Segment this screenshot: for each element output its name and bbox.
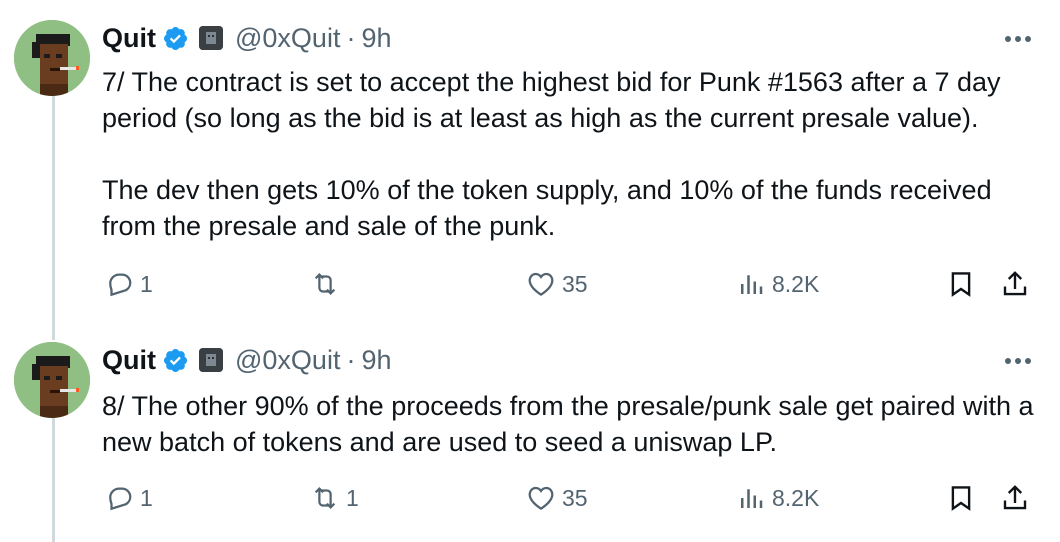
like-count: 35 [562, 270, 588, 297]
views-chart-icon [741, 275, 763, 294]
repost-icon [314, 273, 336, 295]
views-count: 8.2K [772, 270, 820, 297]
punk-avatar-icon [14, 20, 90, 96]
punk-avatar-icon [14, 342, 90, 418]
tweet-1[interactable]: Quit @0xQuit · 9h 7/ The contract is set… [0, 0, 1060, 322]
repost-button[interactable] [310, 264, 346, 304]
thread-line [52, 418, 55, 542]
share-icon [1003, 485, 1027, 510]
views-count: 8.2K [772, 484, 820, 511]
more-options-icon[interactable] [998, 346, 1038, 376]
affiliate-badge-icon[interactable] [199, 26, 223, 50]
author-handle[interactable]: @0xQuit [235, 345, 340, 376]
reply-button[interactable]: 1 [104, 478, 153, 518]
like-button[interactable]: 35 [526, 264, 588, 304]
tweet-text: 8/ The other 90% of the proceeds from th… [102, 391, 1042, 457]
separator: · [346, 344, 356, 375]
repost-icon [314, 487, 336, 509]
bookmark-button[interactable] [946, 264, 976, 304]
reply-count: 1 [140, 484, 153, 511]
views-chart-icon [741, 489, 763, 508]
share-icon [1003, 271, 1027, 296]
views-button[interactable]: 8.2K [736, 478, 819, 518]
tweet-2[interactable]: Quit @0xQuit · 9h 8/ The other 90% of th… [0, 322, 1060, 542]
repost-count: 1 [346, 484, 359, 511]
share-button[interactable] [1000, 264, 1030, 304]
timestamp[interactable]: 9h [361, 23, 391, 54]
like-heart-icon [528, 486, 554, 510]
bookmark-icon [951, 272, 971, 297]
action-bar: 1 35 8.2K [100, 264, 1040, 304]
reply-button[interactable]: 1 [104, 264, 153, 304]
repost-button[interactable]: 1 [310, 478, 359, 518]
author-handle[interactable]: @0xQuit [235, 23, 340, 54]
verified-badge-icon[interactable] [162, 347, 189, 374]
reply-icon [109, 487, 132, 511]
tweet-header: Quit @0xQuit · 9h [102, 18, 392, 58]
verified-badge-icon[interactable] [162, 25, 189, 52]
share-button[interactable] [1000, 478, 1030, 518]
author-name[interactable]: Quit [102, 23, 156, 54]
bookmark-icon [951, 486, 971, 511]
avatar[interactable] [14, 342, 90, 418]
thread-line [52, 96, 55, 322]
like-heart-icon [528, 272, 554, 296]
timestamp[interactable]: 9h [361, 345, 391, 376]
more-options-icon[interactable] [998, 24, 1038, 54]
thread-line-top [52, 322, 55, 340]
avatar[interactable] [14, 20, 90, 96]
like-button[interactable]: 35 [526, 478, 588, 518]
reply-icon [109, 273, 132, 297]
tweet-header: Quit @0xQuit · 9h [102, 340, 392, 380]
reply-count: 1 [140, 270, 153, 297]
author-name[interactable]: Quit [102, 345, 156, 376]
bookmark-button[interactable] [946, 478, 976, 518]
tweet-text: 7/ The contract is set to accept the hig… [102, 67, 1001, 241]
affiliate-badge-icon[interactable] [199, 348, 223, 372]
views-button[interactable]: 8.2K [736, 264, 819, 304]
action-bar: 1 1 35 8.2K [100, 478, 1040, 518]
like-count: 35 [562, 484, 588, 511]
separator: · [346, 22, 356, 53]
